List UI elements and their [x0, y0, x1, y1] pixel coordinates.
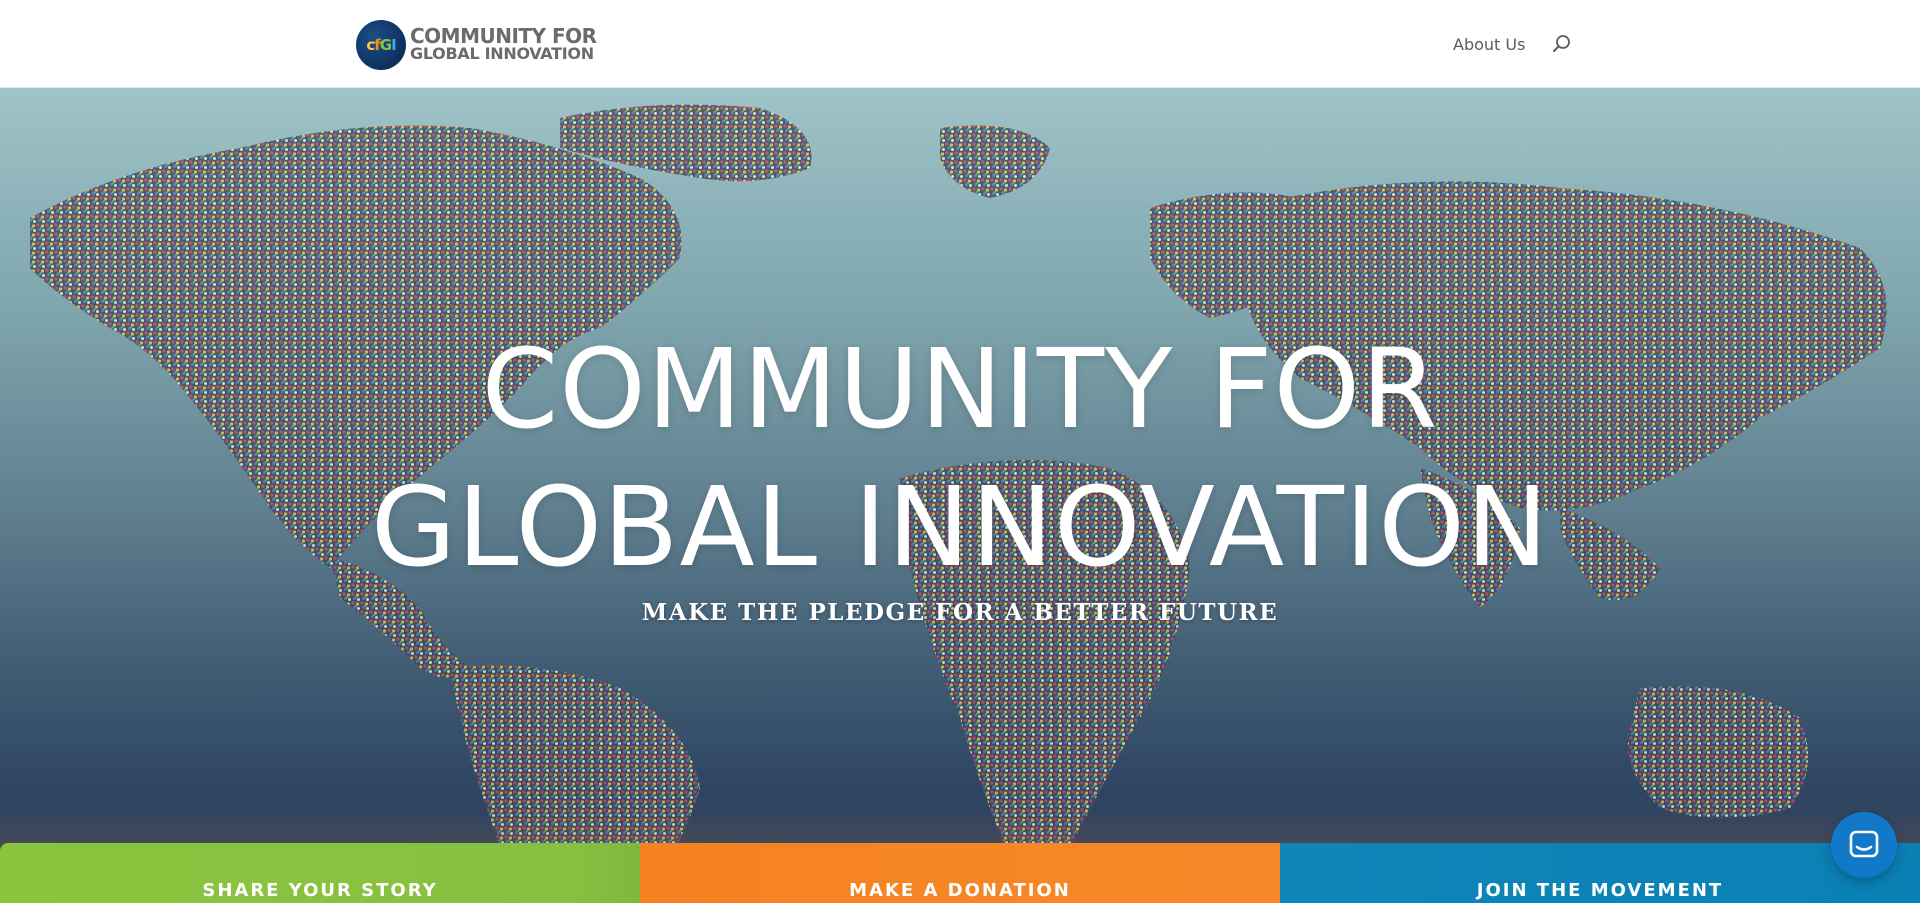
hero-title: COMMUNITY FOR GLOBAL INNOVATION [0, 320, 1920, 596]
chat-launcher-button[interactable] [1831, 812, 1897, 878]
logo-letter-i: I [391, 36, 397, 54]
site-logo[interactable]: cfGI COMMUNITY FOR GLOBAL INNOVATION [356, 20, 597, 70]
make-donation-button[interactable]: MAKE A DONATION [640, 843, 1280, 903]
logo-wordmark: COMMUNITY FOR GLOBAL INNOVATION [410, 24, 597, 63]
main-nav: About Us [1453, 33, 1573, 55]
hero-subtitle: MAKE THE PLEDGE FOR A BETTER FUTURE [641, 599, 1279, 626]
join-movement-label: JOIN THE MOVEMENT [1476, 880, 1724, 901]
site-header: cfGI COMMUNITY FOR GLOBAL INNOVATION Abo… [0, 0, 1920, 88]
logo-mark-icon: cfGI [356, 20, 406, 70]
logo-line-2: GLOBAL INNOVATION [410, 44, 594, 63]
logo-letter-c: c [366, 36, 375, 54]
nav-about-us[interactable]: About Us [1453, 35, 1525, 54]
share-story-button[interactable]: SHARE YOUR STORY [0, 843, 640, 903]
cta-bar: SHARE YOUR STORY MAKE A DONATION JOIN TH… [0, 843, 1920, 903]
chat-icon [1849, 830, 1879, 858]
hero-title-line-2: GLOBAL INNOVATION [370, 463, 1550, 591]
join-movement-button[interactable]: JOIN THE MOVEMENT [1280, 843, 1920, 903]
logo-line-1: COMMUNITY FOR [410, 24, 597, 48]
share-story-label: SHARE YOUR STORY [202, 880, 438, 901]
hero-title-line-1: COMMUNITY FOR [481, 325, 1439, 453]
logo-letter-g: G [379, 36, 392, 54]
search-icon[interactable] [1551, 33, 1573, 55]
hero-section: COMMUNITY FOR GLOBAL INNOVATION MAKE THE… [0, 88, 1920, 903]
make-donation-label: MAKE A DONATION [849, 880, 1071, 901]
